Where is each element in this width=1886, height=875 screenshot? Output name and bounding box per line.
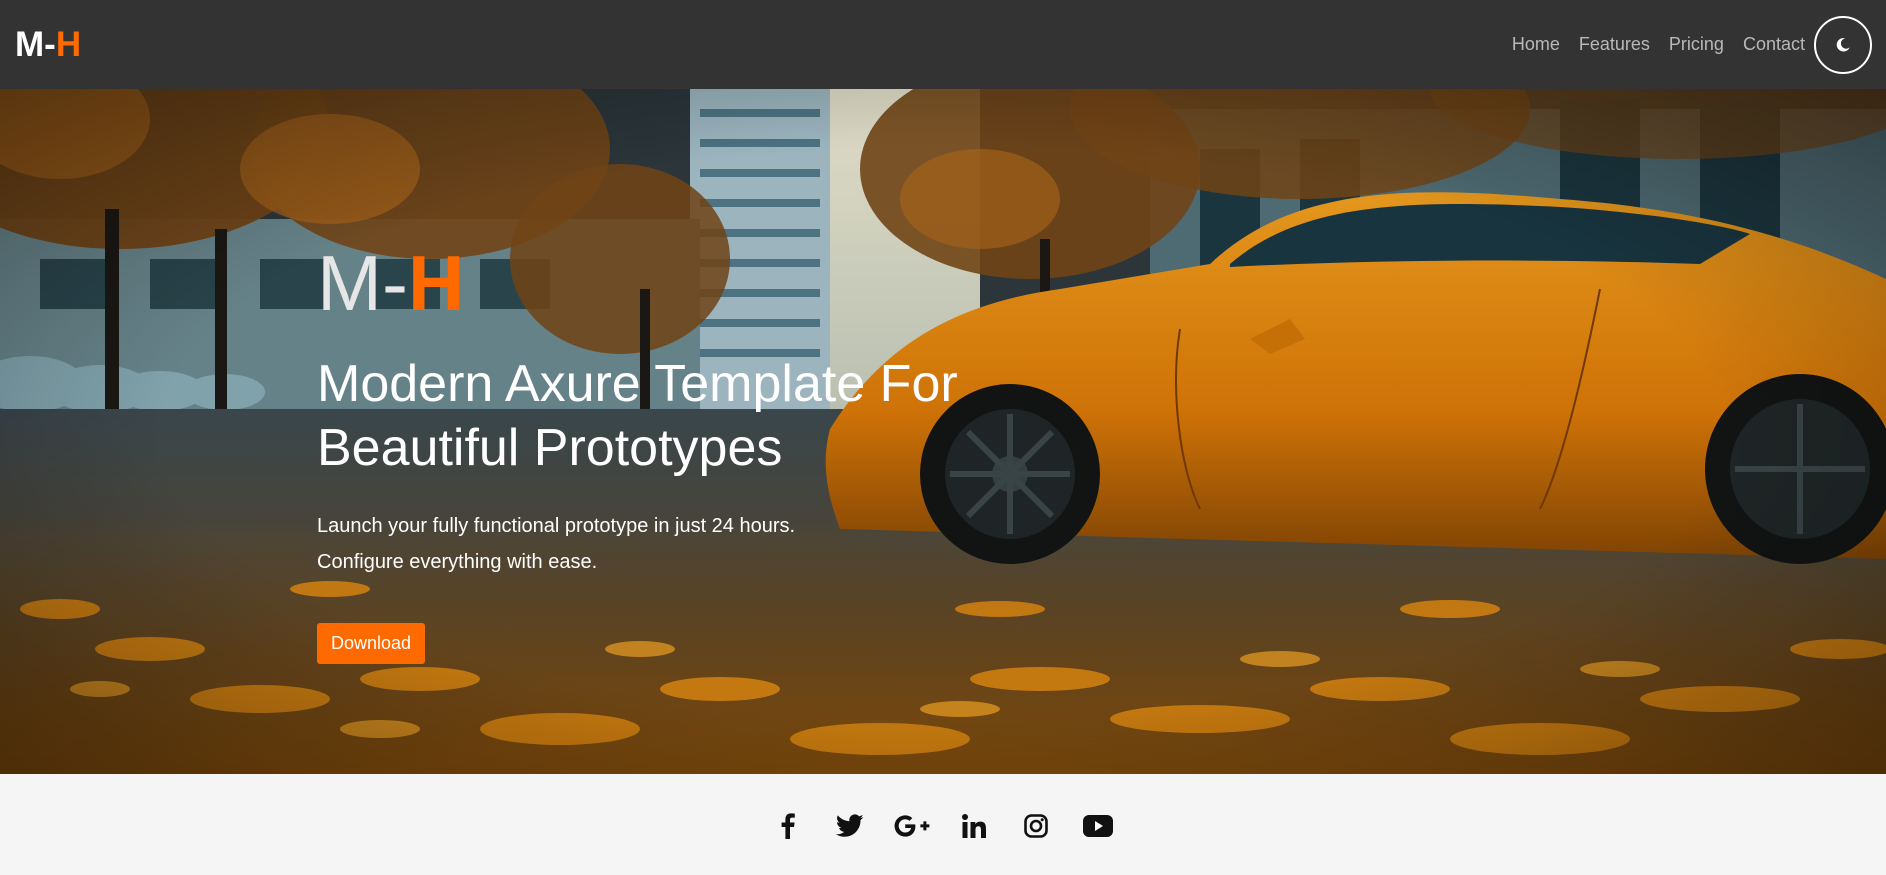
brand-logo-part1: M- bbox=[15, 24, 56, 64]
hero-subtitle-line1: Launch your fully functional prototype i… bbox=[317, 515, 796, 537]
hero-logo-part2: H bbox=[407, 239, 465, 327]
google-plus-icon bbox=[894, 814, 930, 837]
nav-link-home[interactable]: Home bbox=[1512, 34, 1560, 55]
twitter-link[interactable] bbox=[819, 806, 881, 846]
moon-icon bbox=[1836, 37, 1850, 52]
nav-link-contact[interactable]: Contact bbox=[1743, 34, 1805, 55]
twitter-icon bbox=[836, 813, 864, 837]
nav-right: Home Features Pricing Contact bbox=[1512, 15, 1872, 74]
instagram-link[interactable] bbox=[1005, 806, 1067, 846]
facebook-link[interactable] bbox=[757, 806, 819, 846]
youtube-link[interactable] bbox=[1067, 806, 1129, 846]
hero-content: M- H Modern Axure Template For Beautiful … bbox=[317, 244, 1077, 664]
nav-link-pricing[interactable]: Pricing bbox=[1669, 34, 1724, 55]
download-button[interactable]: Download bbox=[317, 623, 426, 664]
hero-logo: M- H bbox=[317, 244, 1077, 322]
brand-logo[interactable]: M- H bbox=[15, 25, 81, 65]
footer bbox=[0, 774, 1886, 875]
navbar: M- H Home Features Pricing Contact bbox=[0, 0, 1886, 89]
linkedin-link[interactable] bbox=[943, 806, 1005, 846]
hero-subtitle-line2: Configure everything with ease. bbox=[317, 551, 598, 573]
instagram-icon bbox=[1024, 813, 1048, 838]
social-links bbox=[757, 806, 1129, 846]
theme-toggle-button[interactable] bbox=[1814, 15, 1872, 74]
linkedin-icon bbox=[962, 813, 986, 838]
hero-subtitle: Launch your fully functional prototype i… bbox=[317, 508, 877, 580]
hero-logo-part1: M- bbox=[317, 239, 408, 327]
nav-links: Home Features Pricing Contact bbox=[1512, 34, 1805, 55]
hero-section: M- H Modern Axure Template For Beautiful … bbox=[0, 89, 1886, 774]
google-plus-link[interactable] bbox=[881, 806, 943, 846]
youtube-icon bbox=[1083, 814, 1113, 837]
facebook-icon bbox=[781, 812, 795, 839]
hero-title: Modern Axure Template For Beautiful Prot… bbox=[317, 355, 958, 477]
nav-link-features[interactable]: Features bbox=[1579, 34, 1650, 55]
brand-logo-part2: H bbox=[55, 24, 82, 64]
